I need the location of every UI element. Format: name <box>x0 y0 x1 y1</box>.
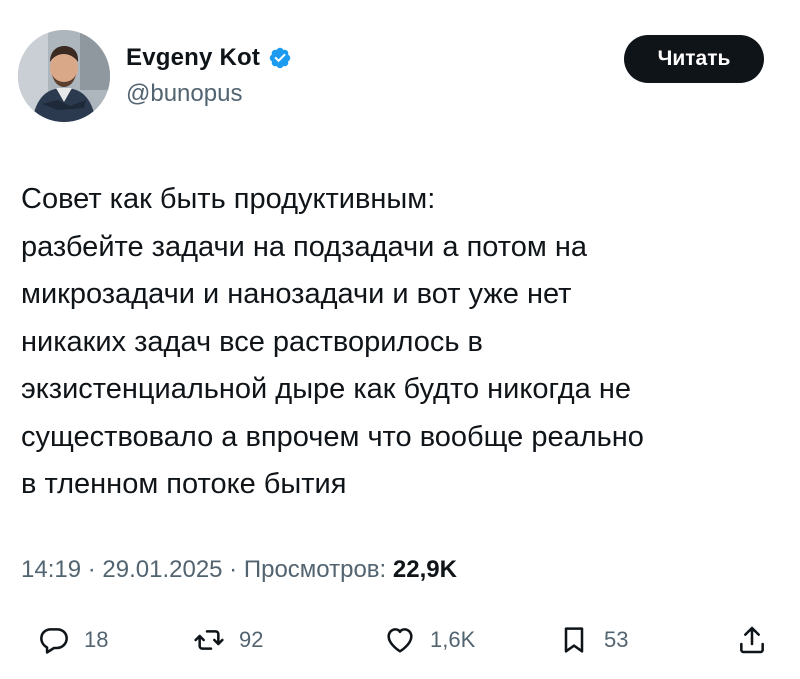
retweet-button[interactable]: 92 <box>193 620 263 660</box>
bookmark-count: 53 <box>604 627 629 652</box>
author-name-text: Evgeny Kot <box>126 44 261 71</box>
share-upload-icon <box>740 626 764 654</box>
tweet-meta: 14:19 · 29.01.2025 · Просмотров: 22,9K <box>21 556 457 584</box>
heart-icon <box>387 628 413 653</box>
tweet-line: разбейте задачи на подзадачи а потом на <box>21 230 587 263</box>
tweet-line: в тленном потоке бытия <box>21 468 347 500</box>
avatar-image <box>18 30 110 122</box>
retweet-arrows-icon <box>194 630 224 650</box>
speech-bubble-icon <box>40 628 68 654</box>
tweet-actions: 18 92 1,6K 53 <box>0 620 800 660</box>
author-name[interactable]: Evgeny Kot <box>126 44 292 72</box>
tweet-line: никаких задач все растворилось в <box>21 325 483 358</box>
tweet-line: существовало а впрочем что вообще реальн… <box>21 420 644 453</box>
tweet-line: микрозадачи и нанозадачи и вот уже нет <box>21 278 572 310</box>
follow-button[interactable]: Читать <box>624 35 764 83</box>
meta-separator: · <box>81 556 103 583</box>
bookmark-icon <box>564 627 584 653</box>
author-handle[interactable]: @bunopus <box>126 80 242 108</box>
author-avatar[interactable] <box>18 30 110 122</box>
views-label: Просмотров: <box>243 556 387 583</box>
verified-badge-icon <box>268 46 292 70</box>
tweet-date[interactable]: 29.01.2025 <box>102 556 222 583</box>
like-count: 1,6K <box>430 627 476 652</box>
share-button[interactable] <box>736 620 768 660</box>
tweet-line: экзистенциальной дыре как будто никогда … <box>21 373 632 405</box>
bookmark-button[interactable]: 53 <box>558 620 628 660</box>
views-count: 22,9K <box>392 556 457 583</box>
retweet-count: 92 <box>239 627 264 652</box>
meta-separator: · <box>222 556 244 583</box>
reply-button[interactable]: 18 <box>38 620 108 660</box>
reply-count: 18 <box>84 627 109 652</box>
tweet-line: Совет как быть продуктивным: <box>21 183 436 215</box>
tweet-text: Совет как быть продуктивным: разбейте за… <box>21 176 786 509</box>
like-button[interactable]: 1,6K <box>384 620 475 660</box>
tweet-time[interactable]: 14:19 <box>21 556 81 583</box>
